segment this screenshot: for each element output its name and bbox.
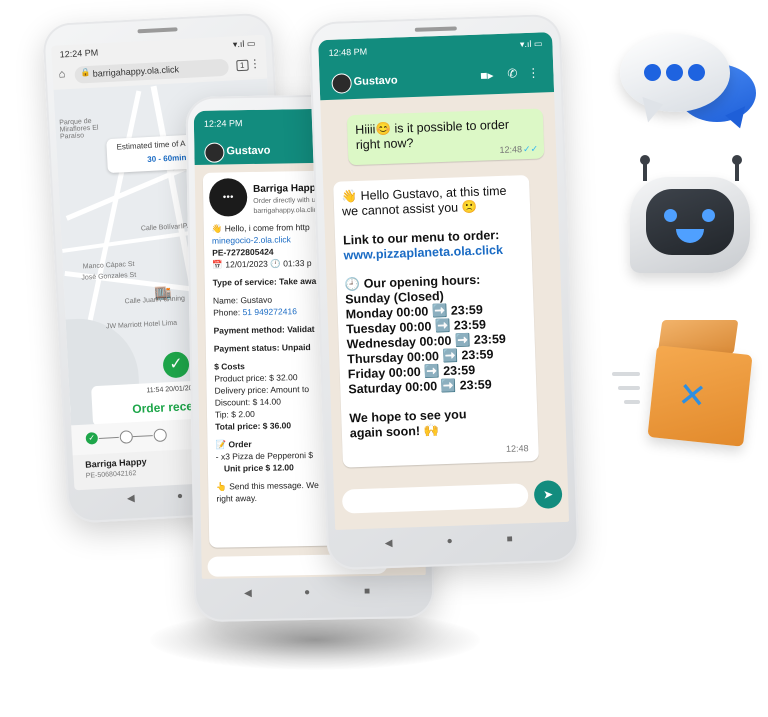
nav-bar: ◀ ● ■: [326, 525, 579, 564]
back-nav-icon[interactable]: ◀: [127, 493, 135, 504]
store-marker-icon: 🏬: [153, 283, 173, 301]
speed-line: [624, 400, 640, 404]
avatar[interactable]: [204, 142, 225, 163]
home-nav-icon[interactable]: ●: [177, 491, 184, 502]
recents-nav-icon[interactable]: ■: [506, 534, 512, 545]
phone-label: Phone:: [213, 307, 243, 318]
speed-line: [612, 372, 640, 376]
back-nav-icon[interactable]: ◀: [385, 538, 393, 549]
greeting-text: 👋 Hello Gustavo, at this time we cannot …: [341, 183, 507, 219]
status-time: 12:24 PM: [59, 47, 99, 60]
send-icon: ➤: [542, 487, 554, 502]
back-nav-icon[interactable]: ◀: [244, 588, 252, 599]
step-pending-icon: [153, 428, 168, 443]
typing-dot: [688, 64, 705, 81]
recents-nav-icon[interactable]: ■: [364, 586, 370, 597]
home-icon[interactable]: ⌂: [58, 68, 65, 80]
closing-text: We hope to see you again soon! 🙌: [349, 407, 467, 441]
tab-count-button[interactable]: 1: [235, 59, 249, 72]
incoming-message-body: 👋 Hello Gustavo, at this time we cannot …: [341, 183, 532, 441]
restaurant-logo: ●●●: [208, 178, 248, 217]
phone-speaker: [137, 27, 178, 34]
order-time: 11:54 20/01/20: [146, 384, 193, 395]
order-status: Order recei: [131, 398, 197, 417]
outgoing-message-time: 12:48: [499, 144, 523, 155]
typing-dot: [666, 64, 683, 81]
video-call-icon[interactable]: ■▸: [480, 68, 494, 82]
menu-icon[interactable]: ⋮: [249, 57, 261, 71]
map-label: Manco Cápac St: [82, 260, 135, 271]
phone-front: 12:48 PM ▾.ıl ▭ Gustavo ■▸ ✆ ⋮ Hiiii😊 is…: [308, 13, 580, 571]
robot-face: [646, 189, 734, 255]
message-input[interactable]: [341, 483, 529, 514]
order-code: PE-5068042162: [85, 470, 137, 480]
cutlery-icon: ✕: [676, 375, 709, 417]
status-time: 12:24 PM: [203, 118, 243, 129]
home-nav-icon[interactable]: ●: [447, 536, 453, 547]
phone-front-screen: 12:48 PM ▾.ıl ▭ Gustavo ■▸ ✆ ⋮ Hiiii😊 is…: [318, 32, 570, 530]
map-label: Calle Bolívar: [140, 223, 181, 233]
chat-header: 12:48 PM ▾.ıl ▭ Gustavo ■▸ ✆ ⋮: [318, 32, 555, 101]
chat-bubbles-icon: [620, 30, 760, 140]
url-text: barrigahappy.ola.click: [92, 64, 180, 79]
robot-eye-right: [702, 209, 715, 222]
step-line: [132, 435, 153, 438]
incoming-message-time: 12:48: [505, 443, 529, 454]
step-pending-icon: [119, 430, 134, 444]
robot-eye-left: [664, 209, 677, 222]
eta-label: Estimated time of A: [116, 139, 186, 152]
contact-name: Gustavo: [226, 144, 271, 158]
outgoing-message-bubble: Hiiii😊 is it possible to order right now…: [346, 108, 545, 166]
contact-name: Gustavo: [353, 74, 398, 89]
status-time: 12:48 PM: [328, 46, 368, 58]
home-nav-icon[interactable]: ●: [304, 587, 310, 598]
incoming-message-bubble: 👋 Hello Gustavo, at this time we cannot …: [333, 174, 539, 468]
menu-icon[interactable]: ⋮: [527, 66, 539, 80]
speed-line: [618, 386, 640, 390]
avatar[interactable]: [331, 73, 353, 94]
food-delivery-bag-icon: ✕: [612, 312, 762, 452]
signal-icon: ▾.ıl ▭: [519, 38, 543, 50]
map-label: JW Marriott Hotel Lima: [105, 319, 178, 331]
phone-call-icon[interactable]: ✆: [507, 66, 518, 80]
send-button[interactable]: ➤: [533, 480, 563, 509]
restaurant-name: Barriga Happy: [84, 456, 147, 470]
typing-dot: [644, 64, 661, 81]
map-label: Parque de Miraflores El Paraíso: [59, 117, 99, 141]
step-done-icon: ✓: [85, 432, 99, 445]
robot-antenna-right-stem: [735, 163, 739, 181]
lock-icon: 🔒: [80, 67, 91, 78]
phone-value[interactable]: 51 949272416: [242, 306, 297, 317]
card-domain: barrigahappy.ola.click: [253, 206, 321, 215]
signal-icon: ▾.ıl ▭: [232, 38, 256, 50]
robot-antenna-left-stem: [643, 163, 647, 181]
eta-value: 30 - 60min.: [147, 152, 189, 165]
nav-bar: ◀ ● ■: [194, 577, 434, 611]
check-icon: ✓: [162, 351, 190, 379]
read-receipt-icon: ✓✓: [522, 143, 539, 155]
url-field[interactable]: 🔒 barrigahappy.ola.click: [74, 58, 230, 84]
robot-icon: [628, 155, 758, 280]
step-line: [98, 436, 119, 439]
phone-speaker: [414, 26, 457, 32]
